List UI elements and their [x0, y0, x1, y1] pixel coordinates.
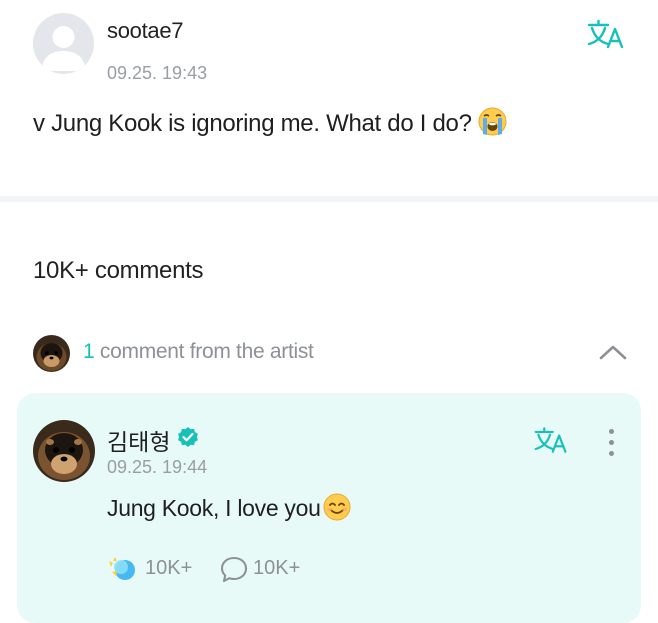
verified-icon [178, 427, 198, 447]
like-button[interactable]: 10K+ [107, 555, 197, 583]
artist-avatar-small [33, 335, 70, 372]
post-text-content: v Jung Kook is ignoring me. What do I do… [33, 110, 472, 137]
like-icon [109, 557, 135, 580]
reply-count: 10K+ [253, 557, 301, 579]
artist-comments-label: 1 comment from the artist [83, 340, 314, 364]
artist-comment-text: Jung Kook, I love you [107, 493, 351, 527]
chevron-up-icon[interactable] [598, 342, 628, 362]
artist-avatar[interactable] [33, 420, 95, 482]
user-avatar[interactable] [33, 13, 94, 74]
artist-comments-toggle[interactable]: 1 comment from the artist [0, 330, 658, 376]
artist-comment-timestamp: 09.25. 19:44 [107, 457, 208, 477]
like-count: 10K+ [145, 557, 193, 579]
artist-comment-card: 김태형 09.25. 19:44 Jung Kook, I love you 1… [17, 393, 641, 623]
artist-translate-button[interactable] [533, 425, 569, 460]
post-text: v Jung Kook is ignoring me. What do I do… [33, 107, 507, 143]
post-username[interactable]: sootae7 [107, 18, 184, 44]
more-vertical-icon[interactable] [605, 427, 617, 459]
translate-icon [587, 19, 624, 49]
reply-button[interactable]: 10K+ [220, 555, 310, 583]
translate-button[interactable] [586, 18, 626, 55]
translate-icon [534, 427, 567, 453]
artist-comment-label-text: comment from the artist [94, 340, 314, 363]
crying-face-emoji [478, 107, 507, 143]
smiling-face-emoji [323, 493, 351, 527]
comments-count: 10K+ comments [33, 257, 204, 284]
comment-bubble-icon [220, 556, 248, 583]
artist-comment-count: 1 [83, 340, 95, 363]
post-timestamp: 09.25. 19:43 [107, 63, 208, 83]
artist-name[interactable]: 김태형 [107, 423, 170, 457]
section-divider [0, 196, 658, 202]
post: sootae7 09.25. 19:43 v Jung Kook is igno… [0, 0, 658, 196]
artist-comment-text-content: Jung Kook, I love you [107, 495, 321, 521]
